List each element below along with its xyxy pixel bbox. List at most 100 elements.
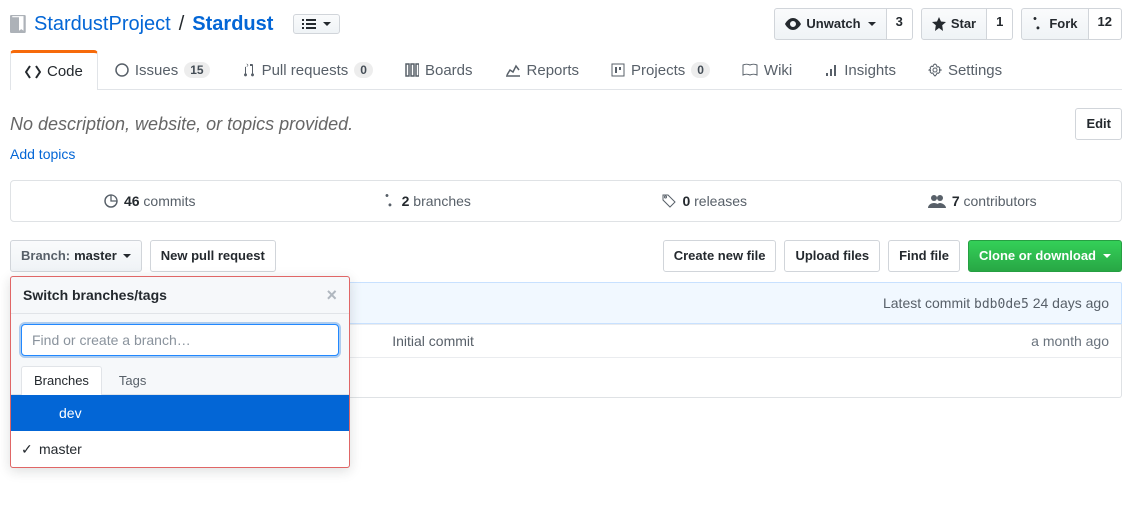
star-control: Star 1 (921, 8, 1014, 40)
projects-count: 0 (691, 62, 710, 78)
add-topics-link[interactable]: Add topics (10, 146, 75, 162)
tab-reports[interactable]: Reports (490, 50, 595, 89)
unwatch-button[interactable]: Unwatch (774, 8, 886, 40)
branches-label: branches (413, 193, 471, 209)
caret-down-icon (323, 22, 331, 26)
find-file-button[interactable]: Find file (888, 240, 960, 272)
tab-issues[interactable]: Issues 15 (100, 50, 225, 89)
branch-filter-input[interactable] (21, 324, 339, 356)
branch-current: master (74, 246, 117, 266)
repo-owner-link[interactable]: StardustProject (34, 13, 171, 36)
fork-label: Fork (1049, 14, 1077, 34)
upload-files-button[interactable]: Upload files (784, 240, 880, 272)
repo-stats: 46 commits 2 branches 0 releases 7 contr… (10, 180, 1122, 222)
repo-description-placeholder: No description, website, or topics provi… (10, 114, 353, 135)
tag-icon (662, 194, 676, 208)
people-icon (928, 194, 946, 208)
tab-projects[interactable]: Projects 0 (596, 50, 725, 89)
commits-label: commits (143, 193, 195, 209)
latest-commit-label: Latest commit (883, 295, 970, 311)
history-icon (104, 194, 118, 208)
releases-count: 0 (682, 193, 690, 209)
code-icon (25, 65, 41, 79)
eye-icon (785, 18, 801, 30)
tab-wiki-label: Wiki (764, 62, 792, 79)
commit-hash[interactable]: bdb0de5 (974, 297, 1029, 312)
boards-icon (405, 63, 419, 77)
stat-contributors[interactable]: 7 contributors (844, 181, 1122, 221)
clone-label: Clone or download (979, 246, 1096, 266)
repo-icon (10, 15, 28, 33)
file-commit-message[interactable]: Initial commit (392, 333, 949, 349)
create-file-button[interactable]: Create new file (663, 240, 777, 272)
path-separator: / (179, 13, 185, 36)
edit-description-button[interactable]: Edit (1075, 108, 1122, 140)
fork-control: Fork 12 (1021, 8, 1122, 40)
stat-commits[interactable]: 46 commits (11, 181, 289, 221)
graph-icon (824, 63, 838, 77)
reports-icon (505, 63, 521, 77)
releases-label: releases (694, 193, 747, 209)
popover-title: Switch branches/tags (23, 287, 167, 303)
issue-icon (115, 63, 129, 77)
pr-count: 0 (354, 62, 373, 78)
branch-prefix: Branch: (21, 246, 70, 266)
projects-icon (611, 63, 625, 77)
commits-count: 46 (124, 193, 140, 209)
list-view-button[interactable] (293, 14, 340, 34)
popover-tab-branches[interactable]: Branches (21, 366, 102, 395)
tab-pr-label: Pull requests (262, 62, 349, 79)
star-label: Star (951, 14, 976, 34)
tab-reports-label: Reports (527, 62, 580, 79)
caret-down-icon (123, 254, 131, 258)
check-icon: ✓ (21, 441, 33, 458)
branch-item-dev[interactable]: dev (11, 395, 349, 431)
branch-item-label: dev (59, 405, 82, 421)
tab-insights-label: Insights (844, 62, 896, 79)
tab-pull-requests[interactable]: Pull requests 0 (227, 50, 388, 89)
branches-count: 2 (402, 193, 410, 209)
fork-button[interactable]: Fork (1021, 8, 1088, 40)
new-pull-request-button[interactable]: New pull request (150, 240, 276, 272)
tab-boards[interactable]: Boards (390, 50, 488, 89)
star-count[interactable]: 1 (987, 8, 1013, 40)
tab-wiki[interactable]: Wiki (727, 50, 807, 89)
popover-tab-tags[interactable]: Tags (106, 366, 159, 394)
tab-settings[interactable]: Settings (913, 50, 1017, 89)
stat-releases[interactable]: 0 releases (566, 181, 844, 221)
branch-icon (384, 193, 396, 209)
branch-selector-popover: Switch branches/tags × Branches Tags dev… (10, 276, 350, 468)
repo-name-link[interactable]: Stardust (192, 13, 273, 36)
tab-boards-label: Boards (425, 62, 473, 79)
clone-download-button[interactable]: Clone or download (968, 240, 1122, 272)
branch-item-label: master (39, 441, 82, 457)
tab-issues-label: Issues (135, 62, 178, 79)
caret-down-icon (868, 22, 876, 26)
book-icon (742, 63, 758, 77)
tab-insights[interactable]: Insights (809, 50, 911, 89)
watch-label: Unwatch (806, 14, 860, 34)
branch-item-master[interactable]: ✓ master (11, 431, 349, 467)
repo-tabs: Code Issues 15 Pull requests 0 Boards Re… (10, 50, 1122, 90)
stat-branches[interactable]: 2 branches (289, 181, 567, 221)
star-icon (932, 17, 946, 31)
pr-icon (242, 62, 256, 78)
branch-list: dev ✓ master (11, 395, 349, 467)
fork-icon (1032, 16, 1044, 32)
tab-settings-label: Settings (948, 62, 1002, 79)
fork-count[interactable]: 12 (1089, 8, 1122, 40)
watch-count[interactable]: 3 (887, 8, 913, 40)
branch-select-button[interactable]: Branch: master (10, 240, 142, 272)
contributors-label: contributors (964, 193, 1037, 209)
issues-count: 15 (184, 62, 209, 78)
tab-code-label: Code (47, 63, 83, 80)
file-date: a month ago (949, 333, 1109, 349)
tab-code[interactable]: Code (10, 50, 98, 90)
close-icon[interactable]: × (326, 288, 337, 302)
tab-projects-label: Projects (631, 62, 685, 79)
commit-date: 24 days ago (1033, 295, 1109, 311)
contributors-count: 7 (952, 193, 960, 209)
star-button[interactable]: Star (921, 8, 987, 40)
watch-control: Unwatch 3 (774, 8, 912, 40)
gear-icon (928, 63, 942, 77)
